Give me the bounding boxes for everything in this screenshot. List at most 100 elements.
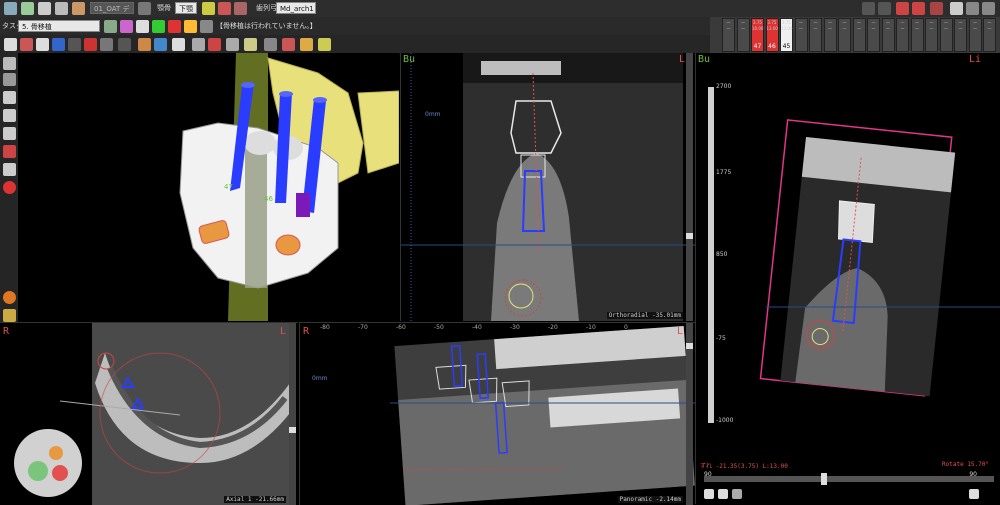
task-select[interactable]: 5. 骨移植 (18, 20, 100, 32)
view-icon-1[interactable] (3, 57, 16, 70)
tooth-slot[interactable]: 3.75 13.00 46 (765, 18, 779, 52)
view-toggle-icon-1[interactable] (704, 489, 714, 499)
new-file-icon[interactable] (4, 2, 17, 15)
tooth-slot[interactable]: — — (968, 18, 982, 52)
screenshot-icon[interactable] (966, 2, 979, 15)
undo-icon[interactable] (104, 20, 117, 33)
view-icon-2[interactable] (3, 73, 16, 86)
crown-1 (244, 131, 276, 155)
tooth-slot[interactable]: — — (838, 18, 851, 52)
angle-icon[interactable] (282, 38, 295, 51)
view-icon-7[interactable] (3, 163, 16, 176)
lifebuoy-icon[interactable] (3, 181, 16, 194)
bone-icon[interactable] (202, 2, 215, 15)
ruler-icon[interactable] (264, 38, 277, 51)
tooth-slot[interactable]: — — (954, 18, 967, 52)
view-toggle-icon-4[interactable] (969, 489, 979, 499)
face-icon[interactable] (138, 38, 151, 51)
tooth-slot[interactable]: — — (722, 18, 735, 52)
highlight-icon[interactable] (318, 38, 331, 51)
tooth-slot[interactable]: — — (736, 18, 750, 52)
cross-section-view[interactable]: Bu Li 0mm Orthoradial -35.01mm (400, 53, 695, 321)
crown-icon[interactable] (172, 38, 185, 51)
axial-view[interactable]: R L Axial 1 -21.66mm (0, 322, 298, 505)
palette-icon[interactable] (3, 291, 16, 304)
marker-icon[interactable] (912, 2, 925, 15)
tooth-length: — (871, 26, 876, 31)
tooth-slot[interactable]: — — (910, 18, 924, 52)
view-icon-3[interactable] (3, 91, 16, 104)
panoramic-view[interactable]: -80 -70 -60 -50 -40 -30 -20 -10 0 R L 0mm Panora… (299, 322, 695, 505)
open-file-icon[interactable] (21, 2, 34, 15)
print-view-icon[interactable] (982, 2, 995, 15)
settings-icon[interactable] (138, 2, 151, 15)
view-icon-5[interactable] (3, 127, 16, 140)
doc-icon[interactable] (136, 20, 149, 33)
tooth-slot[interactable]: — — (823, 18, 837, 52)
drill-icon[interactable] (226, 38, 239, 51)
axial-scroll-thumb[interactable] (289, 427, 296, 433)
cross-scroll-thumb[interactable] (686, 233, 693, 239)
tooth-slot[interactable]: — — (794, 18, 808, 52)
axial-scrollbar[interactable] (289, 323, 296, 505)
window-icon-2[interactable] (878, 2, 891, 15)
layers-icon[interactable] (84, 38, 97, 51)
view-icon-6[interactable] (3, 145, 16, 158)
pointer-icon[interactable] (4, 38, 17, 51)
zoom-icon[interactable] (52, 38, 65, 51)
tooth-slot[interactable]: — — (983, 18, 996, 52)
draw-icon[interactable] (20, 38, 33, 51)
tooth-label-46: 46 (264, 195, 273, 203)
side-ct-view[interactable]: Bu Li 2700 1775 850 -75 -1000 ずれ -21.35(… (695, 53, 1000, 504)
arch-select[interactable]: Md_arch1 (276, 2, 316, 14)
tools-toolbar (0, 35, 710, 54)
tooth-slot[interactable]: — — (939, 18, 953, 52)
view-toggle-icon-3[interactable] (732, 489, 742, 499)
tooth-icon[interactable] (218, 2, 231, 15)
tooth-length: — (973, 26, 977, 31)
tooth-slot[interactable]: 3.75 13.00 45 (780, 18, 793, 52)
nerve-icon[interactable] (234, 2, 247, 15)
hand-icon[interactable] (36, 38, 49, 51)
jaw-select[interactable]: 下顎 (175, 2, 197, 14)
sphere-icon[interactable] (154, 38, 167, 51)
cross-scrollbar[interactable] (686, 53, 693, 321)
check-icon[interactable] (152, 20, 165, 33)
tooth-slot[interactable]: 3.75 10.00 47 (751, 18, 764, 52)
pan-icon[interactable] (68, 38, 81, 51)
warning-icon[interactable] (184, 20, 197, 33)
view-icon-4[interactable] (3, 109, 16, 122)
print-icon[interactable] (38, 2, 51, 15)
tooth-slot[interactable]: — — (881, 18, 895, 52)
window-icon-1[interactable] (862, 2, 875, 15)
tooth-slot[interactable]: — — (867, 18, 880, 52)
tooth-diameter: — (915, 20, 919, 25)
zoom-text-icon[interactable] (300, 38, 313, 51)
tooth-length: — (726, 26, 731, 31)
tooth-slot[interactable]: — — (896, 18, 909, 52)
project-field[interactable]: 01_OAT デフォルト (90, 2, 134, 25)
export-icon[interactable] (72, 2, 85, 15)
save-icon[interactable] (55, 2, 68, 15)
density-t1: 1775 (716, 169, 732, 176)
pano-scroll-thumb[interactable] (686, 343, 693, 349)
delete-icon[interactable] (168, 20, 181, 33)
home-icon[interactable] (950, 2, 963, 15)
implant-icon[interactable] (192, 38, 205, 51)
crosshair-icon[interactable] (118, 38, 131, 51)
folder-icon[interactable] (3, 309, 16, 322)
tooth-slot[interactable]: — — (925, 18, 938, 52)
tooth-slot[interactable]: — — (809, 18, 822, 52)
model-3d-view[interactable]: 47 46 (18, 53, 399, 321)
pano-scrollbar[interactable] (686, 323, 693, 505)
sleeve-icon[interactable] (208, 38, 221, 51)
view-toggle-icon-2[interactable] (718, 489, 728, 499)
graft-icon[interactable] (120, 20, 133, 33)
record-icon[interactable] (896, 2, 909, 15)
bone-graft-icon[interactable] (244, 38, 257, 51)
list-icon[interactable] (200, 20, 213, 33)
tooth-length: — (944, 26, 948, 31)
tooth-slot[interactable]: — — (852, 18, 866, 52)
flag-icon[interactable] (930, 2, 943, 15)
rotate-icon[interactable] (100, 38, 113, 51)
